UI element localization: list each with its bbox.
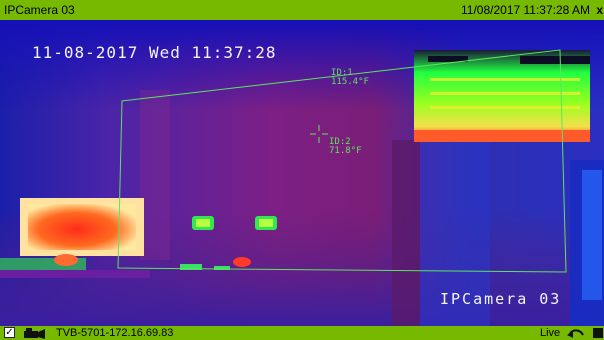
thermal-image — [0, 20, 604, 326]
title-bar: IPCamera 03 11/08/2017 11:37:28 AM x — [0, 0, 604, 20]
measurement-2-temp: 71.8°F — [329, 146, 362, 156]
title-datetime: 11/08/2017 11:37:28 AM — [461, 3, 590, 17]
thermal-video-feed[interactable]: 11-08-2017 Wed 11:37:28 IPCamera 03 ID:1… — [0, 20, 604, 326]
osd-camera-name: IPCamera 03 — [440, 290, 562, 308]
select-checkbox[interactable]: ✓ — [4, 327, 15, 338]
measurement-1-temp: 115.4°F — [331, 77, 369, 87]
undo-icon[interactable] — [566, 327, 586, 339]
measurement-2: ID:2 71.8°F — [329, 138, 362, 156]
measurement-1: ID:1 115.4°F — [331, 69, 369, 87]
status-bar: ✓ TVB-5701-172.16.69.83 Live — [0, 326, 604, 340]
close-icon[interactable]: x — [596, 0, 603, 20]
camera-icon — [24, 328, 45, 339]
camera-title: IPCamera 03 — [4, 3, 75, 17]
camera-window: IPCamera 03 11/08/2017 11:37:28 AM x 11-… — [0, 0, 604, 340]
live-mode-label[interactable]: Live — [540, 326, 560, 340]
more-icon[interactable] — [592, 327, 604, 339]
device-label: TVB-5701-172.16.69.83 — [56, 327, 174, 339]
osd-datetime: 11-08-2017 Wed 11:37:28 — [32, 43, 277, 62]
